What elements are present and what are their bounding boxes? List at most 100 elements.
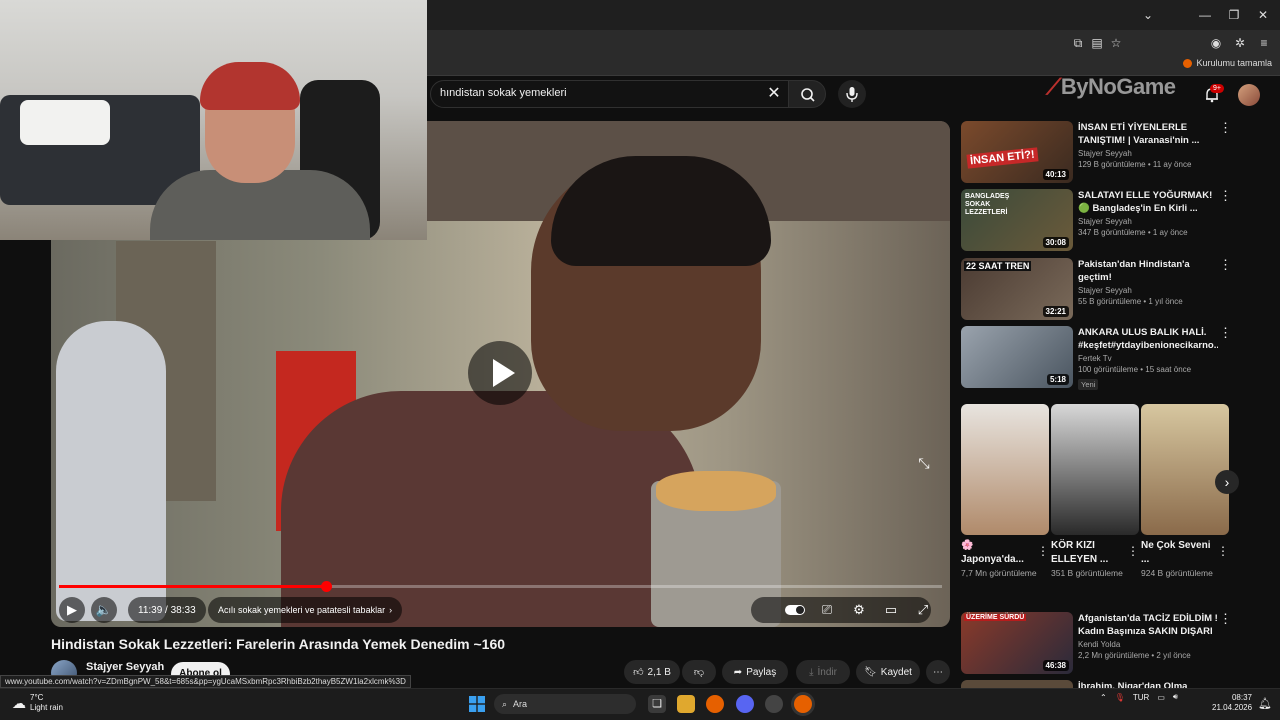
miniplayer-icon[interactable]: ⤡ [913, 452, 935, 474]
chevron-right-icon[interactable]: › [1215, 470, 1239, 494]
weather-widget[interactable]: ☁ 7°C Light rain [12, 693, 63, 713]
voice-search-button[interactable] [838, 80, 866, 108]
more-vert-icon[interactable]: ⋮ [1217, 544, 1229, 558]
recommended-video[interactable]: ÜZERİME SÜRDÜ 46:38 Afganistan'da TACİZ … [961, 612, 1261, 674]
recommended-video[interactable]: 5:18 ANKARA ULUS BALIK HALİ. #keşfet#ytd… [961, 326, 1261, 392]
app-icon[interactable] [765, 695, 783, 713]
minimize-button[interactable]: — [1196, 6, 1214, 24]
download-button[interactable]: ⤓ İndir [796, 660, 850, 684]
clear-search-icon[interactable]: ✕ [764, 84, 784, 104]
fullscreen-icon[interactable]: ⤢ [911, 597, 935, 623]
video-title[interactable]: ANKARA ULUS BALIK HALİ. #keşfet#ytdayibe… [1078, 326, 1218, 352]
bookmark-item[interactable]: Kurulumu tamamla [1183, 58, 1272, 68]
subtitles-icon[interactable]: ⎚ [815, 597, 839, 623]
short-title[interactable]: Ne Çok Seveni ... [1141, 539, 1217, 567]
thumbnail-text: İNSAN ETİ?! [966, 147, 1039, 169]
big-play-button[interactable] [468, 341, 532, 405]
new-badge: Yeni [1078, 379, 1099, 390]
channel-name[interactable]: Stajyer Seyyah [86, 661, 164, 673]
video-thumbnail[interactable]: İNSAN ETİ?! 40:13 [961, 121, 1073, 183]
channel-name[interactable]: Stajyer Seyyah [1078, 286, 1218, 295]
discord-icon[interactable] [736, 695, 754, 713]
video-thumbnail[interactable]: 5:18 [961, 326, 1073, 388]
settings-gear-icon[interactable]: ⚙ [847, 597, 871, 623]
language-indicator[interactable]: TUR [1133, 693, 1149, 702]
channel-name[interactable]: Stajyer Seyyah [1078, 149, 1218, 158]
more-vert-icon[interactable]: ⋮ [1219, 189, 1232, 203]
channel-name[interactable]: Fertek Tv [1078, 354, 1218, 363]
firefox-icon[interactable] [706, 695, 724, 713]
recommended-video[interactable]: BANGLADEŞ SOKAK LEZZETLERİ 30:08 SALATAY… [961, 189, 1261, 251]
short-thumbnail[interactable] [961, 404, 1049, 535]
channel-name[interactable]: Stajyer Seyyah [1078, 217, 1218, 226]
more-vert-icon[interactable]: ⋮ [1127, 544, 1139, 558]
search-button[interactable] [788, 80, 826, 108]
chevron-up-icon[interactable]: ⌃ [1100, 693, 1107, 702]
notifications-icon[interactable]: 🔔︎ [1258, 697, 1272, 710]
short-item[interactable]: Ne Çok Seveni ... 924 B görüntüleme ⋮ [1141, 404, 1229, 579]
autoplay-toggle-icon[interactable] [783, 597, 807, 623]
short-item[interactable]: 🌸 Japonya'da... 7,7 Mn görüntüleme ⋮ [961, 404, 1049, 579]
extensions-icon[interactable]: ✲ [1232, 35, 1248, 51]
right-controls [751, 597, 931, 623]
short-thumbnail[interactable] [1141, 404, 1229, 535]
video-title[interactable]: İbrahim, Nigar'dan Olma [1078, 680, 1218, 688]
microphone-icon[interactable]: 🎙︎ [1115, 693, 1125, 702]
reader-mode-icon[interactable]: ▤ [1089, 35, 1105, 51]
play-button[interactable]: ▶ [59, 597, 85, 623]
short-title[interactable]: 🌸 Japonya'da... [961, 539, 1037, 567]
download-icon: ⤓ [809, 666, 814, 678]
bookmark-star-icon[interactable]: ☆ [1108, 35, 1124, 51]
menu-icon[interactable]: ≡ [1256, 35, 1272, 51]
share-button[interactable]: ➦ Paylaş [722, 660, 788, 684]
close-window-button[interactable]: ✕ [1254, 6, 1272, 24]
recommended-video[interactable]: İNSAN ETİ?! 40:13 İNSAN ETİ YİYENLERLE T… [961, 121, 1261, 183]
video-title[interactable]: Afganistan'da TACİZ EDİLDİM ! Kadın Başı… [1078, 612, 1218, 638]
more-vert-icon[interactable]: ⋮ [1037, 544, 1049, 558]
network-icon[interactable]: ▭ [1157, 693, 1165, 702]
volume-icon[interactable]: 🔊︎ [1173, 692, 1178, 702]
bookmark-label: Kurulumu tamamla [1196, 58, 1272, 68]
progress-bar[interactable] [59, 581, 942, 592]
tab-list-icon[interactable]: ⌄ [1139, 6, 1157, 24]
chapter-button[interactable]: Acılı sokak yemekleri ve patatesli tabak… [208, 597, 403, 623]
duration-badge: 46:38 [1042, 660, 1069, 671]
video-thumbnail[interactable]: ÜZERİME SÜRDÜ 46:38 [961, 612, 1073, 674]
dislike-button[interactable]: 👎︎ [682, 660, 716, 684]
video-thumbnail[interactable]: 22 SAAT TREN 32:21 [961, 258, 1073, 320]
file-explorer-icon[interactable] [677, 695, 695, 713]
more-vert-icon[interactable]: ⋮ [1219, 258, 1232, 272]
search-input[interactable]: hındistan sokak yemekleri [440, 87, 567, 99]
more-actions-button[interactable]: ⋯ [926, 660, 950, 684]
video-title[interactable]: SALATAYI ELLE YOĞURMAK! 🟢 Bangladeş'in E… [1078, 189, 1218, 215]
picture-in-picture-icon[interactable]: ⧉ [1070, 35, 1086, 51]
more-vert-icon[interactable]: ⋮ [1219, 612, 1232, 626]
video-title[interactable]: İNSAN ETİ YİYENLERLE TANIŞTIM! | Varanas… [1078, 121, 1218, 147]
channel-name[interactable]: Kendi Yolda [1078, 640, 1218, 649]
video-thumbnail[interactable]: BANGLADEŞ SOKAK LEZZETLERİ 30:08 [961, 189, 1073, 251]
taskbar-search-placeholder: Ara [513, 699, 528, 709]
short-thumbnail[interactable] [1051, 404, 1139, 535]
save-button[interactable]: 🔖︎ Kaydet [856, 660, 920, 684]
firefox-active-icon[interactable] [794, 695, 812, 713]
short-title[interactable]: KÖR KIZI ELLEYEN ... [1051, 539, 1127, 567]
taskbar-clock[interactable]: 08:37 21.04.2026 [1212, 693, 1252, 713]
windows-start-icon[interactable] [469, 696, 485, 712]
recommended-video[interactable]: 22 SAAT TREN 32:21 Pakistan'dan Hindista… [961, 258, 1261, 320]
task-view-icon[interactable]: ❏ [648, 695, 666, 713]
recommended-video[interactable]: İbrahim, Nigar'dan Olma [961, 680, 1261, 688]
progress-scrubber[interactable] [320, 581, 332, 592]
maximize-button[interactable]: ❐ [1225, 6, 1243, 24]
like-button[interactable]: 👍︎ 2,1 B [624, 660, 680, 684]
more-vert-icon[interactable]: ⋮ [1219, 326, 1232, 340]
play-icon: ▶ [67, 602, 77, 617]
user-avatar[interactable] [1238, 84, 1260, 106]
more-vert-icon[interactable]: ⋮ [1219, 121, 1232, 135]
mute-button[interactable]: 🔈 [91, 597, 117, 623]
video-thumbnail[interactable] [961, 680, 1073, 688]
account-icon[interactable]: ◉ [1208, 35, 1224, 51]
short-item[interactable]: KÖR KIZI ELLEYEN ... 351 B görüntüleme ⋮ [1051, 404, 1139, 579]
video-title[interactable]: Pakistan'dan Hindistan'a geçtim! SOYULUY… [1078, 258, 1218, 284]
taskbar-search[interactable]: ⌕ Ara [494, 694, 636, 714]
theater-mode-icon[interactable]: ▭ [879, 597, 903, 623]
